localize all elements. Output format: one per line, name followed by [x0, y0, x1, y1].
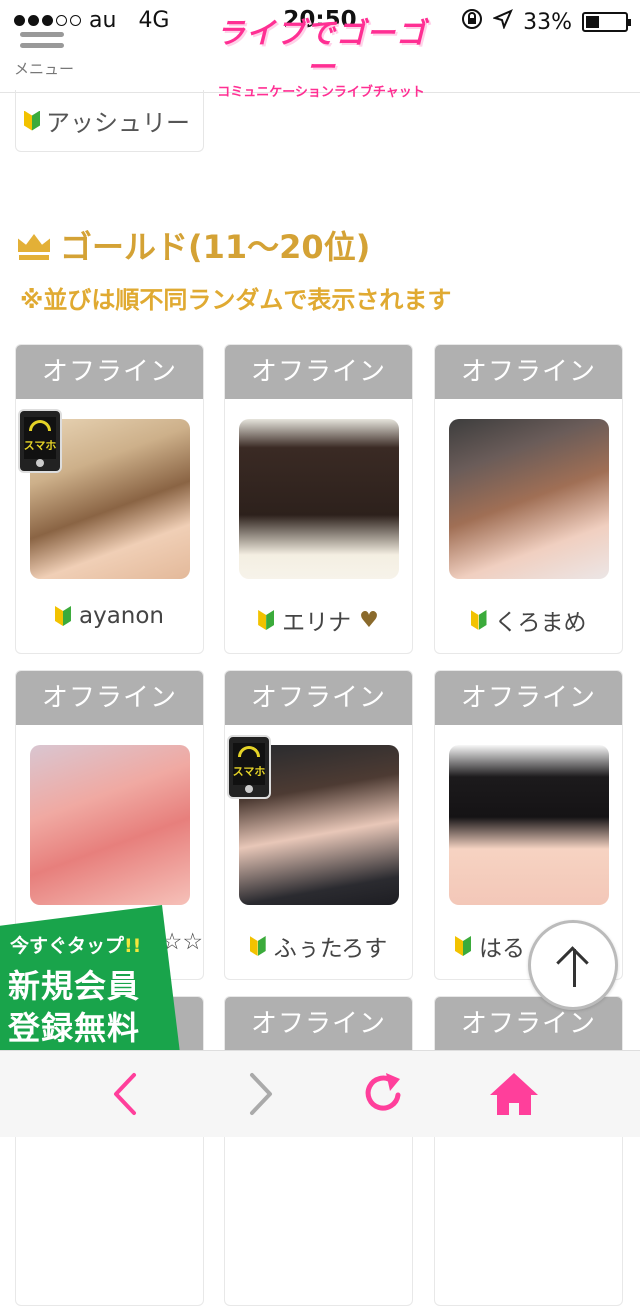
status-badge: オフライン: [225, 345, 412, 399]
smartphone-badge-icon: スマホ: [18, 409, 62, 473]
section-title-text: ゴールド(11〜20位): [60, 228, 371, 266]
register-banner-line3: 登録無料: [8, 1009, 141, 1047]
section-note: ※並びは順不同ランダムで表示されます: [20, 286, 452, 314]
hamburger-icon: [20, 32, 64, 54]
forward-button[interactable]: [230, 1069, 290, 1119]
site-header: メニュー ライブでゴーゴー コミュニケーションライブチャット: [0, 0, 640, 100]
status-badge: オフライン: [435, 345, 622, 399]
section-title: ゴールド(11〜20位): [18, 222, 370, 268]
back-icon: [114, 1073, 136, 1115]
performer-name: アッシュリー: [46, 109, 190, 137]
site-logo[interactable]: ライブでゴーゴー コミュニケーションライブチャット: [214, 16, 428, 100]
register-banner[interactable]: 今すぐタップ!! 新規会員 登録無料: [0, 905, 180, 1053]
beginner-mark-icon: [258, 610, 274, 630]
home-button[interactable]: [484, 1069, 544, 1119]
home-icon: [490, 1073, 538, 1115]
beginner-mark-icon: [250, 936, 266, 956]
reload-button[interactable]: [354, 1069, 414, 1119]
logo-subtitle: コミュニケーションライブチャット: [217, 85, 425, 100]
smartphone-badge-icon: スマホ: [227, 735, 271, 799]
browser-toolbar: [0, 1050, 640, 1137]
performer-name: くろまめ: [494, 610, 587, 636]
performer-name: エリナ: [282, 610, 352, 636]
performer-photo[interactable]: [239, 419, 399, 579]
logo-title: ライブでゴーゴー: [215, 16, 426, 84]
performer-name: ☆☆: [161, 929, 203, 955]
menu-button[interactable]: メニュー: [14, 30, 76, 80]
performer-card[interactable]: オフライン くろまめ: [434, 344, 623, 654]
performer-card[interactable]: オフライン スマホ ayanon: [15, 344, 204, 654]
performer-card-partial[interactable]: アッシュリー: [15, 90, 204, 152]
performer-photo[interactable]: [30, 745, 190, 905]
beginner-mark-icon: [455, 936, 471, 956]
register-banner-line2: 新規会員: [8, 967, 141, 1005]
performer-name-row: アッシュリー: [24, 103, 190, 138]
performer-name-row: ayanon: [16, 603, 203, 629]
status-badge: オフライン: [435, 997, 622, 1051]
status-badge: オフライン: [225, 997, 412, 1051]
status-badge: オフライン: [16, 671, 203, 725]
beginner-mark-icon: [24, 111, 40, 131]
beginner-mark-icon: [471, 610, 487, 630]
menu-label: メニュー: [14, 60, 75, 78]
performer-card[interactable]: オフライン: [224, 996, 413, 1306]
back-button[interactable]: [96, 1069, 156, 1119]
performer-name-row: くろまめ: [435, 603, 622, 637]
status-badge: オフライン: [16, 345, 203, 399]
register-banner-line1: 今すぐタップ!!: [10, 935, 142, 957]
forward-icon: [250, 1073, 272, 1115]
performer-name: はる: [479, 936, 525, 962]
performer-name: ふぅたろす: [273, 936, 388, 962]
status-badge: オフライン: [225, 671, 412, 725]
performer-name-row: エリナ ♥: [225, 603, 412, 637]
performer-card[interactable]: オフライン エリナ ♥: [224, 344, 413, 654]
performer-name: ayanon: [78, 603, 165, 629]
performer-card[interactable]: オフライン: [434, 996, 623, 1306]
performer-photo[interactable]: [449, 745, 609, 905]
heart-icon: ♥: [359, 607, 379, 633]
beginner-mark-icon: [55, 606, 71, 626]
scroll-to-top-button[interactable]: [528, 920, 618, 1010]
performer-name-row: ふぅたろす: [225, 929, 412, 963]
status-badge: オフライン: [435, 671, 622, 725]
performer-card[interactable]: オフライン スマホ ふぅたろす: [224, 670, 413, 980]
crown-icon: [18, 234, 50, 260]
performer-photo[interactable]: [449, 419, 609, 579]
reload-icon: [365, 1073, 401, 1111]
